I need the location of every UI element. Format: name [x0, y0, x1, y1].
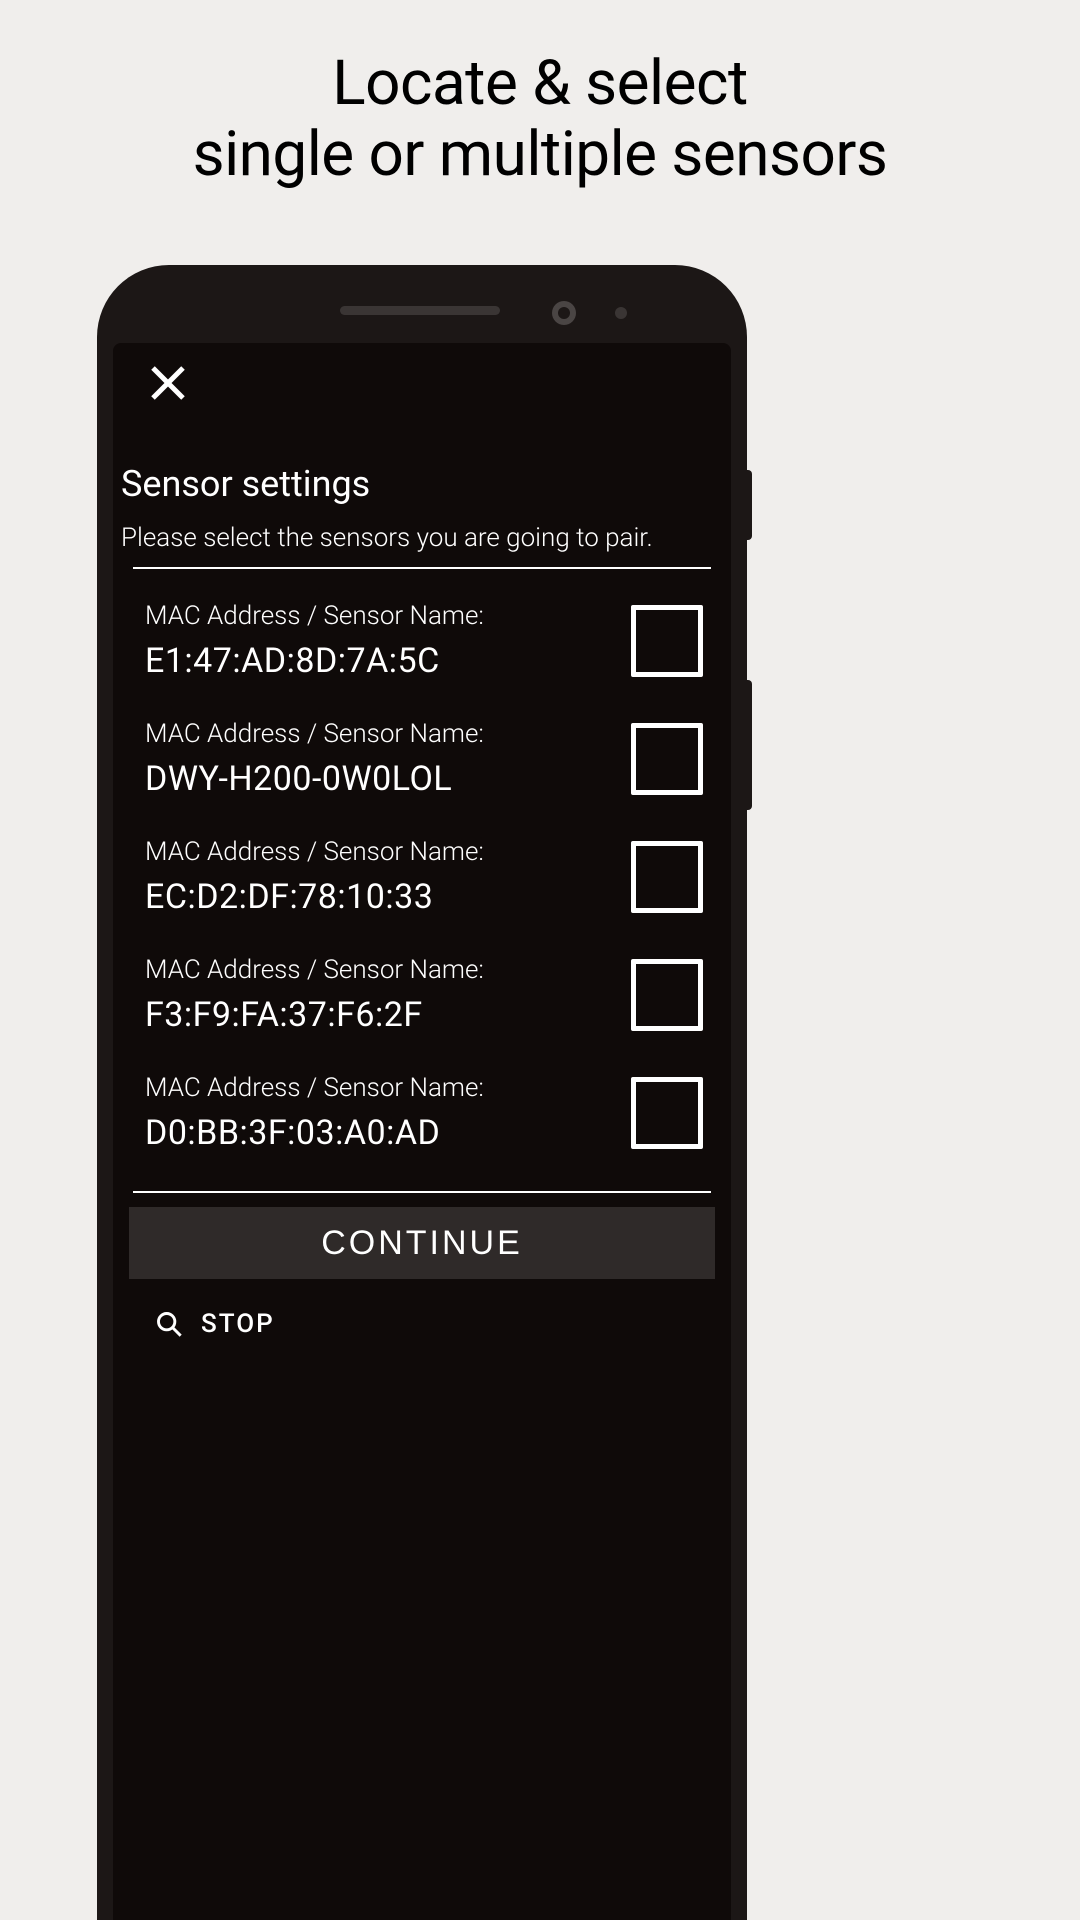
search-icon — [155, 1310, 183, 1338]
sensor-label: MAC Address / Sensor Name: — [145, 719, 611, 749]
sensor-text: MAC Address / Sensor Name: E1:47:AD:8D:7… — [145, 601, 611, 681]
sensor-value: E1:47:AD:8D:7A:5C — [145, 641, 611, 681]
phone-top-bar — [97, 301, 747, 331]
sensor-label: MAC Address / Sensor Name: — [145, 955, 611, 985]
sensor-checkbox[interactable] — [631, 605, 703, 677]
sensor-checkbox[interactable] — [631, 723, 703, 795]
stop-button[interactable]: STOP — [121, 1279, 723, 1369]
sensor-label: MAC Address / Sensor Name: — [145, 1073, 611, 1103]
screen-content: Sensor settings Please select the sensor… — [121, 463, 723, 1369]
sensor-checkbox[interactable] — [631, 1077, 703, 1149]
sensor-row: MAC Address / Sensor Name: E1:47:AD:8D:7… — [145, 601, 703, 681]
divider — [133, 1191, 711, 1193]
sensor-checkbox[interactable] — [631, 959, 703, 1031]
sensor-value: DWY-H200-0W0LOL — [145, 759, 611, 799]
sensor-text: MAC Address / Sensor Name: F3:F9:FA:37:F… — [145, 955, 611, 1035]
sensor-value: D0:BB:3F:03:A0:AD — [145, 1113, 611, 1153]
screen-heading: Sensor settings — [121, 463, 723, 505]
divider — [133, 567, 711, 569]
app-screen: Sensor settings Please select the sensor… — [113, 343, 731, 1920]
sensor-row: MAC Address / Sensor Name: DWY-H200-0W0L… — [145, 719, 703, 799]
sensor-label: MAC Address / Sensor Name: — [145, 837, 611, 867]
sensor-checkbox[interactable] — [631, 841, 703, 913]
sensor-row: MAC Address / Sensor Name: D0:BB:3F:03:A… — [145, 1073, 703, 1153]
sensor-value: EC:D2:DF:78:10:33 — [145, 877, 611, 917]
sensor-label: MAC Address / Sensor Name: — [145, 601, 611, 631]
sensor-text: MAC Address / Sensor Name: D0:BB:3F:03:A… — [145, 1073, 611, 1153]
screen-subheading: Please select the sensors you are going … — [121, 523, 723, 553]
phone-sensor-dot — [615, 307, 627, 319]
sensor-list: MAC Address / Sensor Name: E1:47:AD:8D:7… — [121, 601, 723, 1153]
page-title-line1: Locate & select — [332, 47, 747, 120]
phone-frame: Sensor settings Please select the sensor… — [97, 265, 747, 1920]
stop-label: STOP — [201, 1309, 275, 1339]
continue-button[interactable]: CONTINUE — [129, 1207, 715, 1279]
sensor-row: MAC Address / Sensor Name: F3:F9:FA:37:F… — [145, 955, 703, 1035]
phone-speaker — [340, 306, 500, 315]
phone-camera — [552, 301, 576, 325]
sensor-row: MAC Address / Sensor Name: EC:D2:DF:78:1… — [145, 837, 703, 917]
page-title-line2: single or multiple sensors — [193, 118, 888, 191]
x-icon — [148, 363, 188, 403]
sensor-value: F3:F9:FA:37:F6:2F — [145, 995, 611, 1035]
page-title: Locate & select single or multiple senso… — [0, 0, 1080, 191]
sensor-text: MAC Address / Sensor Name: EC:D2:DF:78:1… — [145, 837, 611, 917]
close-icon[interactable] — [148, 363, 188, 403]
sensor-text: MAC Address / Sensor Name: DWY-H200-0W0L… — [145, 719, 611, 799]
